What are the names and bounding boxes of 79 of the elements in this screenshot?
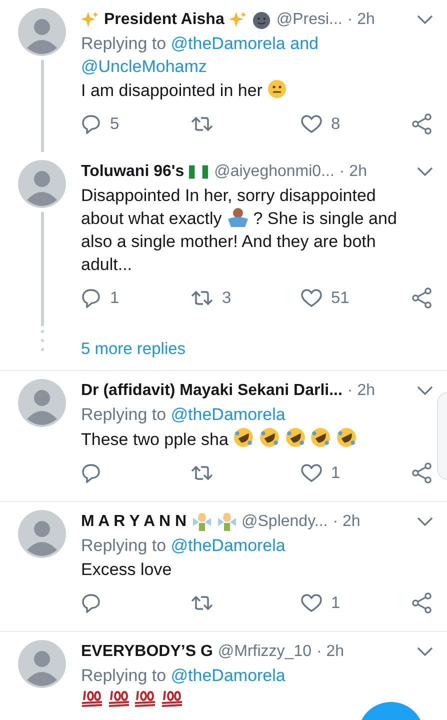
user-name[interactable]: EVERYBODY’S G	[81, 643, 213, 661]
fairy-icon	[216, 512, 236, 532]
chevron-down-icon[interactable]	[417, 167, 433, 177]
share-icon[interactable]	[411, 113, 433, 135]
user-handle: @Presi...	[276, 11, 342, 29]
reply-icon[interactable]	[81, 593, 101, 613]
avatar-icon[interactable]	[18, 160, 66, 208]
timestamp: · 2h	[316, 643, 344, 661]
like-count: 51	[331, 288, 350, 308]
flag-icon	[189, 164, 210, 180]
retweet-icon[interactable]	[191, 594, 213, 612]
avatar-icon[interactable]	[18, 510, 66, 558]
like-count: 1	[331, 464, 340, 482]
mention-link[interactable]: @UncleMohamz	[81, 57, 207, 76]
like-count: 1	[331, 594, 340, 612]
avatar-icon[interactable]	[18, 379, 66, 427]
chevron-down-icon[interactable]	[417, 386, 433, 396]
laughing-face-icon	[233, 427, 254, 448]
person-icon	[226, 207, 249, 227]
avatar-icon[interactable]	[18, 8, 66, 56]
chevron-down-icon[interactable]	[417, 15, 433, 25]
laughing-face-icon	[336, 427, 358, 448]
user-handle: @aiyeghonmi0...	[214, 163, 334, 181]
user-name[interactable]: Dr (affidavit) Mayaki Sekani Darli...	[81, 382, 342, 400]
mention-link[interactable]: @theDamorela	[170, 34, 286, 53]
tweet-text: Excess love	[81, 559, 173, 581]
replying-to-text: Replying to @theDamorela	[81, 404, 286, 426]
user-name[interactable]: M A R Y A N N	[81, 513, 186, 531]
more-replies-link[interactable]: 5 more replies	[81, 340, 186, 358]
sparkles-icon	[81, 11, 99, 29]
laughing-face-icon	[258, 427, 280, 448]
mention-link[interactable]: and	[290, 34, 318, 53]
retweet-count: 3	[222, 288, 232, 308]
timestamp: · 2h	[332, 513, 360, 531]
heart-icon[interactable]	[301, 464, 322, 482]
user-name[interactable]: President Aisha	[104, 11, 224, 29]
laughing-face-icon	[284, 427, 306, 448]
hundred-points-icon	[134, 688, 156, 708]
chevron-down-icon[interactable]	[417, 647, 433, 657]
hundred-points-icon	[81, 688, 103, 708]
share-icon[interactable]	[411, 287, 433, 309]
tweet-text: Disappointed In her, sorry disappointed about what exactly ? She is single and also a single mother! And they are both adult...	[81, 185, 398, 276]
tweet-text: I am disappointed in her	[81, 79, 403, 102]
reply-icon[interactable]	[81, 288, 101, 308]
replying-to-text: Replying to @theDamorela and @UncleMohamz	[81, 33, 320, 78]
reply-icon[interactable]	[81, 463, 101, 483]
chevron-down-icon[interactable]	[417, 517, 433, 527]
reply-icon[interactable]	[81, 114, 101, 134]
timestamp: · 2h	[347, 382, 375, 400]
user-name[interactable]: Toluwani 96's	[81, 163, 184, 181]
face-icon	[252, 10, 272, 30]
hundred-points-icon	[108, 688, 130, 708]
reply-count: 5	[110, 114, 120, 134]
laughing-face-icon	[310, 427, 332, 448]
heart-icon[interactable]	[301, 594, 322, 612]
retweet-icon[interactable]	[191, 464, 213, 482]
tweet-text: These two pple sha	[81, 427, 403, 451]
timestamp: · 2h	[347, 11, 375, 29]
retweet-icon[interactable]	[191, 289, 213, 307]
timestamp: · 2h	[339, 163, 367, 181]
heart-icon[interactable]	[301, 288, 322, 308]
replying-to-text: Replying to @theDamorela	[81, 665, 286, 687]
fairy-icon	[192, 512, 212, 532]
avatar-icon[interactable]	[18, 640, 66, 688]
user-handle: @Mrfizzy_10	[218, 643, 312, 661]
reply-count: 1	[110, 288, 120, 308]
mention-link[interactable]: @theDamorela	[170, 536, 286, 555]
heart-icon[interactable]	[301, 114, 322, 134]
share-icon[interactable]	[411, 592, 433, 614]
share-icon[interactable]	[411, 462, 433, 484]
like-count: 8	[331, 114, 340, 134]
retweet-icon[interactable]	[191, 115, 213, 133]
user-handle: @Splendy...	[242, 513, 328, 531]
hundred-points-icon	[161, 688, 184, 708]
mention-link[interactable]: @theDamorela	[170, 666, 286, 685]
mention-link[interactable]: @theDamorela	[170, 405, 286, 424]
neutral-face-icon	[267, 79, 288, 99]
replying-to-text: Replying to @theDamorela	[81, 535, 286, 557]
sparkles-icon	[229, 11, 248, 29]
